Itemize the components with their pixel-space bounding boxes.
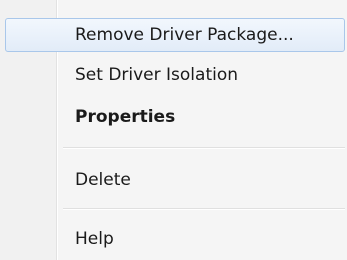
context-menu: Remove Driver Package... Set Driver Isol…: [0, 0, 347, 260]
menu-item-label: Set Driver Isolation: [75, 65, 239, 85]
menu-item-label: Help: [75, 229, 114, 249]
menu-item-remove-driver-package[interactable]: Remove Driver Package...: [5, 18, 345, 52]
menu-item-properties[interactable]: Properties: [5, 100, 345, 134]
menu-separator: [63, 147, 345, 149]
menu-item-help[interactable]: Help: [5, 222, 345, 256]
menu-item-label: Delete: [75, 170, 131, 190]
menu-item-label: Properties: [75, 107, 176, 127]
menu-item-delete[interactable]: Delete: [5, 163, 345, 197]
menu-separator: [63, 208, 345, 210]
menu-item-label: Remove Driver Package...: [75, 25, 294, 45]
menu-item-set-driver-isolation[interactable]: Set Driver Isolation: [5, 58, 345, 92]
